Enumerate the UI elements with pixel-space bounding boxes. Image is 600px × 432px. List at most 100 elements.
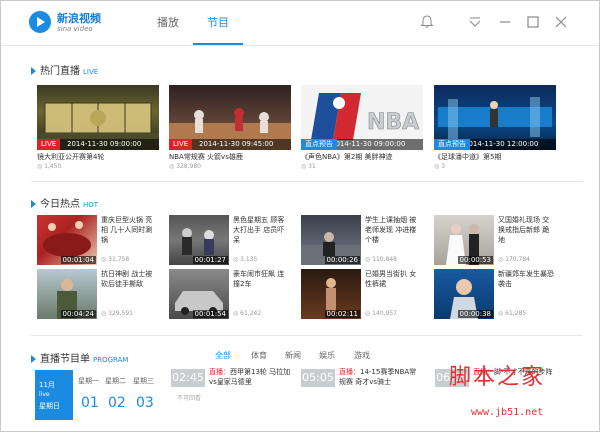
tab-programs[interactable]: 节目 xyxy=(193,1,243,45)
day-number[interactable]: 03 xyxy=(136,395,154,411)
hot-item[interactable]: 00:01:54 豪车闹市狂飙 连撞2车 ◎ 61,242 xyxy=(169,269,291,319)
hot-item[interactable]: 00:00:26 学生上课抽烟 被老师发现 冲进楼个楼 ◎ 110,848 xyxy=(301,215,423,265)
section-live-header: 热门直播 LIVE xyxy=(31,62,98,77)
hot-thumbnail[interactable]: 00:01:27 xyxy=(169,215,229,265)
view-count: ◎ 3,135 xyxy=(233,256,258,263)
hot-title[interactable]: 新疆郊车发生暴恐袭击 xyxy=(498,269,556,289)
hot-duration: 00:01:54 xyxy=(192,310,228,318)
hot-duration: 00:01:27 xyxy=(192,256,228,264)
app-name: 新浪视频 xyxy=(57,12,101,25)
hot-item[interactable]: 00:04:24 抗日神剧 战士被砍后徒手撕敌 ◎ 329,591 xyxy=(37,269,159,319)
program-title[interactable]: 直播：14-15赛季NBA常规赛 奇才vs骑士 xyxy=(339,367,423,387)
filter-tab-entertainment[interactable]: 娱乐 xyxy=(319,350,335,361)
live-thumbnail[interactable]: 2014-11-30 12:00:00 直点预告 xyxy=(434,85,556,150)
live-card[interactable]: 2014-11-30 12:00:00 直点预告 《足球潘中道》第5期 ◎ 3 xyxy=(434,85,556,170)
view-count-value: 329,591 xyxy=(108,310,133,317)
view-count: ◎ 170,784 xyxy=(498,256,530,263)
program-time: 02:45 xyxy=(171,369,205,387)
hot-thumbnail[interactable]: 00:02:11 xyxy=(301,269,361,319)
view-count: ◎ 31,758 xyxy=(101,256,130,263)
live-card[interactable]: NBA 2014-11-30 09:00:00 直点预告 《声色NBA》第2期 … xyxy=(301,85,423,170)
hot-item[interactable]: 00:00:38 新疆郊车发生暴恐袭击 ◎ 61,285 xyxy=(434,269,556,319)
dropdown-menu-icon[interactable] xyxy=(467,15,483,31)
view-count: ◎ 61,285 xyxy=(498,310,527,317)
hot-title[interactable]: 已婚男当街扒 女性裤裙 xyxy=(365,269,423,289)
filter-tab-news[interactable]: 新闻 xyxy=(285,350,301,361)
live-badge: LIVE xyxy=(169,139,193,150)
hot-title[interactable]: 学生上课抽烟 被老师发现 冲进楼个楼 xyxy=(365,215,423,245)
section-arrow-icon xyxy=(31,67,36,75)
tab-play[interactable]: 播放 xyxy=(143,1,193,45)
hot-thumbnail[interactable]: 00:00:53 xyxy=(434,215,494,265)
section-live-sub: LIVE xyxy=(83,68,99,76)
view-count: ◎ 61,242 xyxy=(233,310,262,317)
hot-duration: 00:00:38 xyxy=(457,310,493,318)
hot-thumbnail[interactable]: 00:00:26 xyxy=(301,215,361,265)
hot-thumbnail[interactable]: 00:04:24 xyxy=(37,269,97,319)
view-count-value: 3,135 xyxy=(240,256,258,263)
day-number[interactable]: 01 xyxy=(81,395,99,411)
filter-tab-games[interactable]: 游戏 xyxy=(354,350,370,361)
title-bar: 新浪视频 sina video 播放 节目 xyxy=(1,1,599,46)
hot-title[interactable]: 抗日神剧 战士被砍后徒手撕敌 xyxy=(101,269,159,289)
minimize-icon[interactable] xyxy=(497,15,513,31)
view-count: ◎ 140,957 xyxy=(365,310,397,317)
watermark-logo: 脚本之家 xyxy=(449,365,546,390)
month-label: 11月 xyxy=(39,381,55,389)
section-schedule-sub: PROGRAM xyxy=(93,356,129,364)
view-count-value: 31 xyxy=(308,163,316,170)
hot-thumbnail[interactable]: 00:00:38 xyxy=(434,269,494,319)
section-hot-header: 今日热点 HOT xyxy=(31,195,98,210)
hot-thumbnail[interactable]: 00:01:54 xyxy=(169,269,229,319)
view-count-value: 170,784 xyxy=(505,256,530,263)
filter-tab-sports[interactable]: 体育 xyxy=(251,350,267,361)
hot-item[interactable]: 00:01:04 重庆巨型火锅 亮相 几十人同时涮锅 ◎ 31,758 xyxy=(37,215,159,265)
live-title[interactable]: 《足球潘中道》第5期 xyxy=(434,152,556,162)
hot-item[interactable]: 00:02:11 已婚男当街扒 女性裤裙 ◎ 140,957 xyxy=(301,269,423,319)
section-schedule-header: 直播节目单 PROGRAM xyxy=(31,350,128,365)
close-icon[interactable] xyxy=(553,15,569,31)
view-count-value: 328,980 xyxy=(176,163,201,170)
watermark-url: www.jb51.net xyxy=(471,407,544,418)
day-number[interactable]: 02 xyxy=(108,395,126,411)
hot-duration: 00:00:53 xyxy=(457,256,493,264)
live-card[interactable]: 2014-11-30 09:00:00 LIVE 镜大利亚公开赛第4轮 ◎ 1,… xyxy=(37,85,159,170)
bell-icon[interactable] xyxy=(419,15,435,31)
section-schedule-title: 直播节目单 xyxy=(40,354,90,365)
filter-tab-all[interactable]: 全部 xyxy=(215,350,231,361)
maximize-icon[interactable] xyxy=(525,15,541,31)
weekday-label: 星期一 xyxy=(78,377,99,385)
month-sub: live xyxy=(39,391,50,398)
today-box[interactable]: 11月 live 星期日 xyxy=(35,370,73,420)
divider xyxy=(31,181,583,182)
hot-item[interactable]: 00:01:27 黑色星期五 顾客大打出手 店员吓呆 ◎ 3,135 xyxy=(169,215,291,265)
svg-text:NBA: NBA xyxy=(367,110,419,135)
live-title[interactable]: 镜大利亚公开赛第4轮 xyxy=(37,152,159,162)
logo-icon xyxy=(29,11,51,33)
live-thumbnail[interactable]: NBA 2014-11-30 09:00:00 直点预告 xyxy=(301,85,423,150)
live-thumbnail[interactable]: 2014-11-30 09:45:00 LIVE xyxy=(169,85,291,150)
section-arrow-icon xyxy=(31,200,36,208)
program-tag: 直播： xyxy=(339,368,360,376)
view-count-value: 31,758 xyxy=(108,256,130,263)
hot-title[interactable]: 豪车闹市狂飙 连撞2车 xyxy=(233,269,291,289)
section-hot-title: 今日热点 xyxy=(40,199,80,210)
hot-title[interactable]: 又国婚礼现场 交换戒指后新郎 跪地 xyxy=(498,215,556,245)
program-title[interactable]: 直播：西甲第13轮 马拉加vs皇家马德里 xyxy=(209,367,291,387)
live-card[interactable]: 2014-11-30 09:45:00 LIVE NBA常规赛 火箭vs雄鹿 ◎… xyxy=(169,85,291,170)
hot-title[interactable]: 重庆巨型火锅 亮相 几十人同时涮锅 xyxy=(101,215,159,245)
hot-thumbnail[interactable]: 00:01:04 xyxy=(37,215,97,265)
live-thumbnail[interactable]: 2014-11-30 09:00:00 LIVE xyxy=(37,85,159,150)
section-arrow-icon xyxy=(31,355,36,363)
view-count: ◎ 3 xyxy=(434,163,445,170)
view-count-value: 1,450 xyxy=(44,163,62,170)
program-time: 05:05 xyxy=(301,369,335,387)
weekday-label: 星期三 xyxy=(133,377,154,385)
hot-item[interactable]: 00:00:53 又国婚礼现场 交换戒指后新郎 跪地 ◎ 170,784 xyxy=(434,215,556,265)
program-tag: 直播： xyxy=(209,368,230,376)
live-title[interactable]: NBA常规赛 火箭vs雄鹿 xyxy=(169,152,291,162)
hot-title[interactable]: 黑色星期五 顾客大打出手 店员吓呆 xyxy=(233,215,291,245)
live-title[interactable]: 《声色NBA》第2期 美胖神迹 xyxy=(301,152,423,162)
view-count: ◎ 110,848 xyxy=(365,256,397,263)
view-count-value: 3 xyxy=(441,163,445,170)
